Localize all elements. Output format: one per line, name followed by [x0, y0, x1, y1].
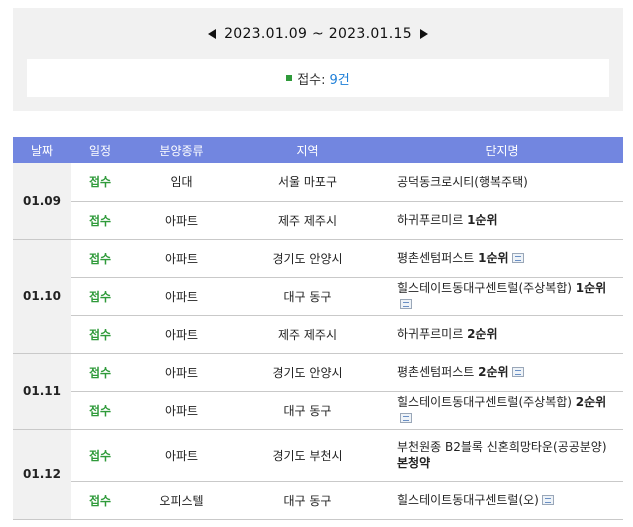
complex-name-link[interactable]: 평촌센텀퍼스트 — [397, 365, 474, 379]
status-cell: 접수 — [71, 239, 129, 278]
complex-name-cell[interactable]: 힐스테이트동대구센트럴(주상복합) 2순위 — [381, 391, 623, 430]
complex-name-cell[interactable]: 평촌센텀퍼스트 1순위 — [381, 239, 623, 278]
status-cell: 접수 — [71, 481, 129, 520]
region-cell: 경기도 안양시 — [234, 239, 381, 278]
green-square-bullet-icon — [286, 75, 293, 81]
region-cell: 제주 제주시 — [234, 201, 381, 240]
round-label: 2순위 — [478, 365, 509, 379]
complex-name-link[interactable]: 힐스테이트동대구센트럴(주상복합) — [397, 395, 572, 409]
header-complex-name: 단지명 — [381, 137, 623, 163]
table-row: 접수 오피스텔 대구 동구 힐스테이트동대구센트럴(오) — [13, 481, 623, 520]
table-header-row: 날짜 일정 분양종류 지역 단지명 — [13, 137, 623, 163]
complex-name-cell[interactable]: 하귀푸르미르 2순위 — [381, 315, 623, 354]
status-cell: 접수 — [71, 201, 129, 240]
region-cell: 제주 제주시 — [234, 315, 381, 354]
complex-name-link[interactable]: 하귀푸르미르 — [397, 327, 463, 341]
region-cell: 경기도 안양시 — [234, 353, 381, 392]
notice-document-icon[interactable] — [541, 495, 554, 505]
summary-label: 접수: — [297, 72, 326, 88]
complex-name-link[interactable]: 힐스테이트동대구센트럴(오) — [397, 493, 539, 507]
supply-type-cell: 아파트 — [129, 239, 234, 278]
supply-type-cell: 오피스텔 — [129, 481, 234, 520]
next-week-arrow-icon[interactable] — [419, 29, 428, 39]
table-row: 접수 아파트 대구 동구 힐스테이트동대구센트럴(주상복합) 2순위 — [13, 391, 623, 430]
complex-name-link[interactable]: 힐스테이트동대구센트럴(주상복합) — [397, 281, 572, 295]
week-summary-panel: 2023.01.09 ~ 2023.01.15 접수: 9건 — [13, 8, 623, 111]
date-cell: 01.11 — [13, 353, 71, 430]
region-cell: 대구 동구 — [234, 481, 381, 520]
round-label: 1순위 — [575, 281, 607, 295]
table-row: 접수 아파트 제주 제주시 하귀푸르미르 2순위 — [13, 315, 623, 354]
table-row: 접수 아파트 대구 동구 힐스테이트동대구센트럴(주상복합) 1순위 — [13, 277, 623, 316]
round-label: 2순위 — [575, 395, 607, 409]
round-label: 본청약 — [397, 456, 431, 470]
complex-name-cell[interactable]: 부천원종 B2블록 신혼희망타운(공공분양) 본청약 — [381, 429, 623, 482]
supply-type-cell: 임대 — [129, 163, 234, 202]
header-schedule: 일정 — [71, 137, 129, 163]
notice-document-icon[interactable] — [511, 367, 524, 377]
round-label: 1순위 — [478, 251, 509, 265]
table-row: 01.10 접수 아파트 경기도 안양시 평촌센텀퍼스트 1순위 — [13, 239, 623, 354]
table-row: 01.09 접수 임대 서울 마포구 공덕동크로시티(행복주택) — [13, 163, 623, 240]
week-navigator: 2023.01.09 ~ 2023.01.15 — [13, 23, 623, 45]
region-cell: 대구 동구 — [234, 391, 381, 430]
status-cell: 접수 — [71, 163, 129, 202]
date-cell: 01.12 — [13, 429, 71, 520]
region-cell: 서울 마포구 — [234, 163, 381, 202]
notice-document-icon[interactable] — [400, 413, 412, 423]
summary-count[interactable]: 9건 — [330, 69, 350, 88]
supply-type-cell: 아파트 — [129, 353, 234, 392]
status-cell: 접수 — [71, 353, 129, 392]
notice-document-icon[interactable] — [511, 253, 524, 263]
complex-name-cell[interactable]: 공덕동크로시티(행복주택) — [381, 163, 623, 202]
supply-type-cell: 아파트 — [129, 391, 234, 430]
supply-type-cell: 아파트 — [129, 201, 234, 240]
complex-name-link[interactable]: 부천원종 B2블록 신혼희망타운(공공분양) — [397, 440, 607, 454]
complex-name-cell[interactable]: 평촌센텀퍼스트 2순위 — [381, 353, 623, 392]
supply-type-cell: 아파트 — [129, 315, 234, 354]
prev-week-arrow-icon[interactable] — [208, 29, 217, 39]
table-row: 01.11 접수 아파트 경기도 안양시 평촌센텀퍼스트 2순위 — [13, 353, 623, 430]
notice-document-icon[interactable] — [400, 299, 412, 309]
complex-name-link[interactable]: 공덕동크로시티(행복주택) — [397, 175, 528, 189]
schedule-table-body: 01.09 접수 임대 서울 마포구 공덕동크로시티(행복주택) 접수 아파트 제주 제주시 하… — [13, 163, 623, 520]
header-supply-type: 분양종류 — [129, 137, 234, 163]
status-cell: 접수 — [71, 277, 129, 316]
region-cell: 대구 동구 — [234, 277, 381, 316]
region-cell: 경기도 부천시 — [234, 429, 381, 482]
supply-type-cell: 아파트 — [129, 429, 234, 482]
table-row: 접수 아파트 제주 제주시 하귀푸르미르 1순위 — [13, 201, 623, 240]
complex-name-cell[interactable]: 힐스테이트동대구센트럴(오) — [381, 481, 623, 520]
schedule-table: 날짜 일정 분양종류 지역 단지명 01.09 접수 임대 서울 마포구 공덕동크로시티… — [13, 137, 623, 520]
complex-name-cell[interactable]: 하귀푸르미르 1순위 — [381, 201, 623, 240]
supply-type-cell: 아파트 — [129, 277, 234, 316]
summary-box: 접수: 9건 — [27, 59, 609, 97]
week-range-label: 2023.01.09 ~ 2023.01.15 — [224, 26, 412, 42]
complex-name-link[interactable]: 하귀푸르미르 — [397, 213, 463, 227]
complex-name-link[interactable]: 평촌센텀퍼스트 — [397, 251, 474, 265]
round-label: 2순위 — [467, 327, 498, 341]
date-cell: 01.09 — [13, 163, 71, 240]
status-cell: 접수 — [71, 429, 129, 482]
header-region: 지역 — [234, 137, 381, 163]
table-row: 01.12 접수 아파트 경기도 부천시 부천원종 B2블록 신혼희망타운(공공분양) … — [13, 429, 623, 520]
status-cell: 접수 — [71, 315, 129, 354]
status-cell: 접수 — [71, 391, 129, 430]
round-label: 1순위 — [467, 213, 498, 227]
date-cell: 01.10 — [13, 239, 71, 354]
header-date: 날짜 — [13, 137, 71, 163]
complex-name-cell[interactable]: 힐스테이트동대구센트럴(주상복합) 1순위 — [381, 277, 623, 316]
